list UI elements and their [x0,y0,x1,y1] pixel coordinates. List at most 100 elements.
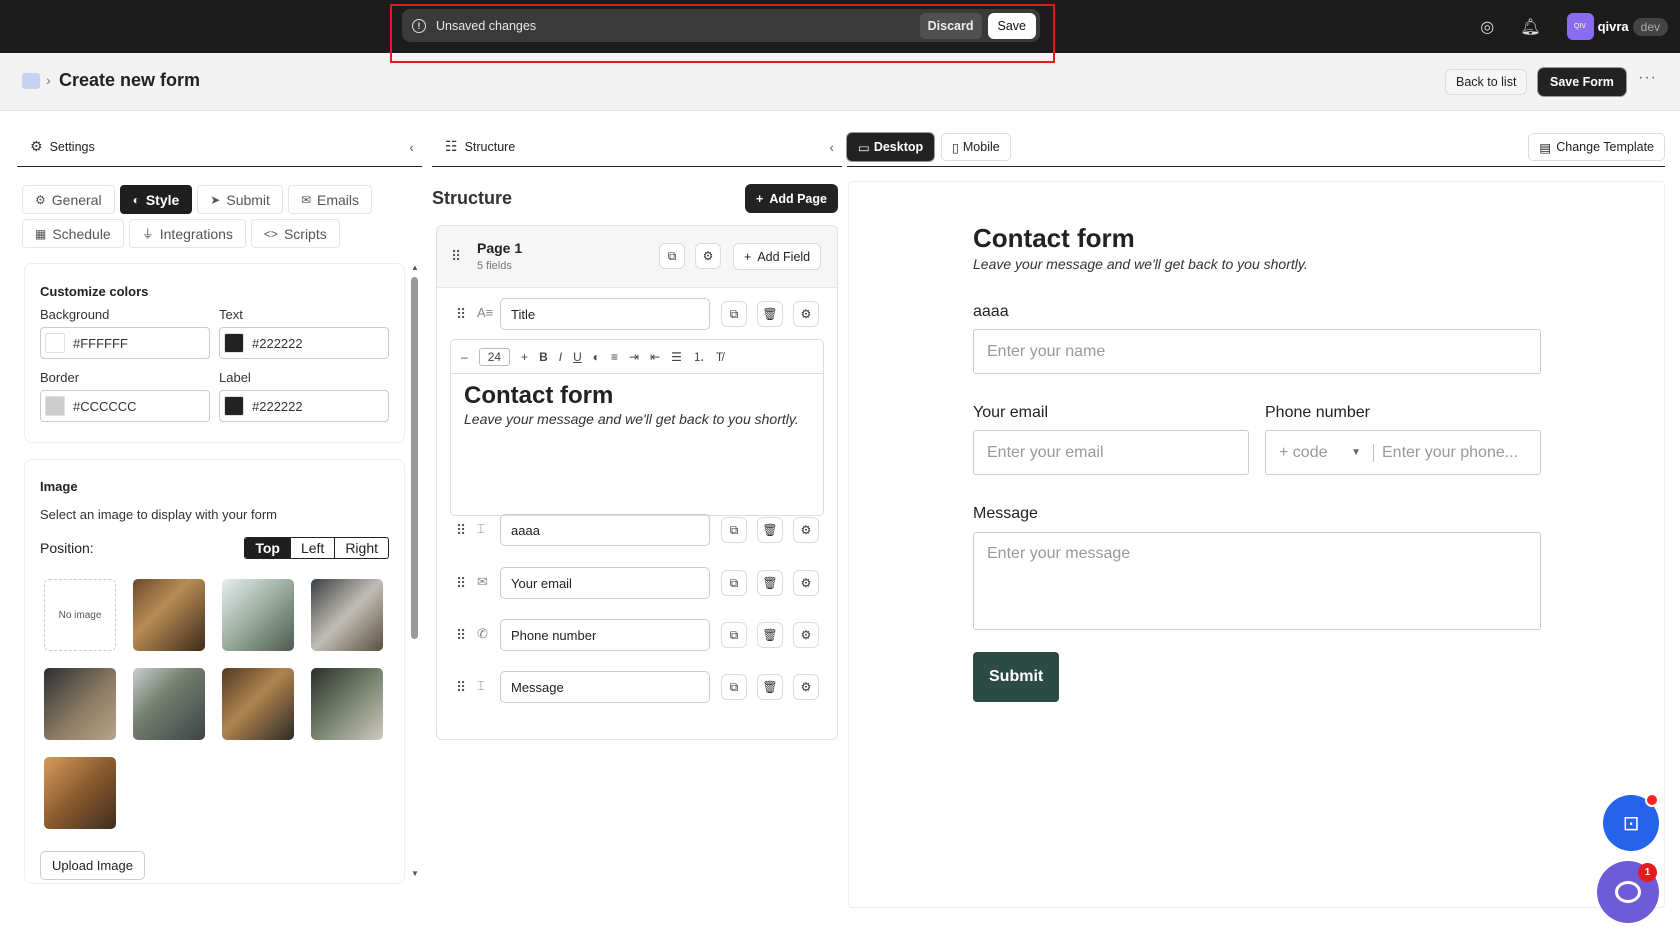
image-thumbnail[interactable] [222,579,294,651]
country-code-select[interactable]: + code ▼ [1266,443,1374,462]
field-settings-icon[interactable]: ⚙ [793,674,819,700]
field-name-input[interactable]: Message [500,671,710,703]
image-thumbnail[interactable] [133,668,205,740]
tab-emails[interactable]: ✉ Emails [287,185,373,214]
clear-format-icon[interactable]: T̸ [716,350,723,364]
duplicate-field-icon[interactable]: ⧉ [721,622,747,648]
bullet-list-icon[interactable]: ☰ [671,350,682,364]
field-settings-icon[interactable]: ⚙ [793,517,819,543]
drag-handle-icon[interactable]: ⠿ [456,522,466,539]
collapse-settings-icon[interactable]: ‹ [409,139,414,155]
image-thumbnail[interactable] [311,579,383,651]
image-thumbnail[interactable] [44,757,116,829]
field-name-input[interactable]: Your email [500,567,710,599]
drag-handle-icon[interactable]: ⠿ [456,627,466,644]
add-page-button[interactable]: + Add Page [745,184,838,213]
field-name-input[interactable]: Phone number [500,619,710,651]
indent-icon[interactable]: ⇥ [629,350,639,364]
duplicate-field-icon[interactable]: ⧉ [721,301,747,327]
tab-scripts[interactable]: <> Scripts [250,219,340,248]
background-color-input[interactable]: #FFFFFF [40,327,210,359]
increase-size-icon[interactable]: + [521,350,528,364]
editor-subtitle[interactable]: Leave your message and we'll get back to… [464,409,810,429]
phone-input[interactable]: Enter your phone... [1374,444,1518,462]
tab-desktop[interactable]: ▭ Desktop [847,133,935,161]
field-settings-icon[interactable]: ⚙ [793,301,819,327]
duplicate-field-icon[interactable]: ⧉ [721,674,747,700]
field-name-input[interactable]: Title [500,298,710,330]
text-label: Text [219,307,243,322]
delete-field-icon[interactable]: 🗑︎ [757,622,783,648]
underline-icon[interactable]: U [573,350,582,364]
delete-field-icon[interactable]: 🗑︎ [757,301,783,327]
duplicate-field-icon[interactable]: ⧉ [721,570,747,596]
color-swatch[interactable] [224,333,244,353]
scroll-up-icon[interactable]: ▲ [411,263,419,272]
forms-icon[interactable] [22,73,40,89]
align-icon[interactable]: ≡ [611,350,618,364]
submit-button[interactable]: Submit [973,652,1060,702]
drag-handle-icon[interactable]: ⠿ [451,248,461,265]
settings-scrollbar[interactable]: ▲ ▼ [410,263,419,878]
color-swatch[interactable] [45,333,65,353]
font-size-input[interactable]: 24 [478,347,511,366]
chat-widget-button[interactable]: 1 [1597,861,1659,923]
field-settings-icon[interactable]: ⚙ [793,570,819,596]
more-options-icon[interactable]: ··· [1638,69,1657,87]
bold-icon[interactable]: B [539,350,548,364]
support-icon[interactable]: ◎ [1480,17,1494,37]
name-input[interactable]: Enter your name [973,329,1541,374]
editor-title[interactable]: Contact form [464,382,810,409]
message-textarea[interactable]: Enter your message [973,532,1541,630]
color-swatch[interactable] [45,396,65,416]
duplicate-page-icon[interactable]: ⧉ [659,243,685,269]
field-settings-icon[interactable]: ⚙ [793,622,819,648]
assistant-bot-button[interactable]: ⊡ [1603,793,1659,851]
rich-text-editor[interactable]: – 24 + B I U ◐ ≡ ⇥ ⇤ ☰ ⒈ T̸ Contact form… [450,339,824,516]
delete-field-icon[interactable]: 🗑︎ [757,517,783,543]
position-right[interactable]: Right [334,538,388,558]
delete-field-icon[interactable]: 🗑︎ [757,674,783,700]
color-icon[interactable]: ◐ [593,350,600,364]
delete-field-icon[interactable]: 🗑︎ [757,570,783,596]
tab-general[interactable]: ⚙ General [22,185,115,214]
collapse-structure-icon[interactable]: ‹ [829,139,834,155]
drag-handle-icon[interactable]: ⠿ [456,575,466,592]
tab-integrations[interactable]: ⏚ Integrations [128,219,246,248]
change-template-button[interactable]: ▤ Change Template [1528,133,1665,161]
bell-icon[interactable]: 🔔︎ [1520,17,1540,37]
image-thumbnail[interactable] [44,668,116,740]
image-thumbnail[interactable] [311,668,383,740]
upload-image-button[interactable]: Upload Image [40,851,145,880]
tab-submit[interactable]: ➤ Submit [197,185,283,214]
drag-handle-icon[interactable]: ⠿ [456,679,466,696]
back-to-list-button[interactable]: Back to list [1445,69,1528,95]
position-top[interactable]: Top [245,538,290,558]
image-thumbnail[interactable] [133,579,205,651]
position-left[interactable]: Left [289,538,334,558]
add-field-button[interactable]: + Add Field [733,243,822,270]
numbered-list-icon[interactable]: ⒈ [693,348,705,365]
save-form-button[interactable]: Save Form [1538,68,1626,96]
tab-schedule[interactable]: ▦ Schedule [22,219,124,248]
tab-mobile[interactable]: ▯ Mobile [941,133,1011,161]
scroll-down-icon[interactable]: ▼ [411,869,419,878]
italic-icon[interactable]: I [559,350,562,364]
field-name-input[interactable]: aaaa [500,514,710,546]
email-input[interactable]: Enter your email [973,430,1249,475]
palette-icon: ◐ [132,192,140,207]
no-image-option[interactable]: No image [44,579,116,651]
drag-handle-icon[interactable]: ⠿ [456,306,466,323]
scroll-thumb[interactable] [411,277,418,639]
text-color-input[interactable]: #222222 [219,327,389,359]
outdent-icon[interactable]: ⇤ [650,350,660,364]
image-thumbnail[interactable] [222,668,294,740]
duplicate-field-icon[interactable]: ⧉ [721,517,747,543]
tab-style[interactable]: ◐ Style [119,185,193,214]
user-menu[interactable]: QIV qivra dev [1566,13,1668,40]
label-color-input[interactable]: #222222 [219,390,389,422]
border-color-input[interactable]: #CCCCCC [40,390,210,422]
color-swatch[interactable] [224,396,244,416]
decrease-size-icon[interactable]: – [461,350,468,364]
page-settings-icon[interactable]: ⚙ [695,243,721,269]
